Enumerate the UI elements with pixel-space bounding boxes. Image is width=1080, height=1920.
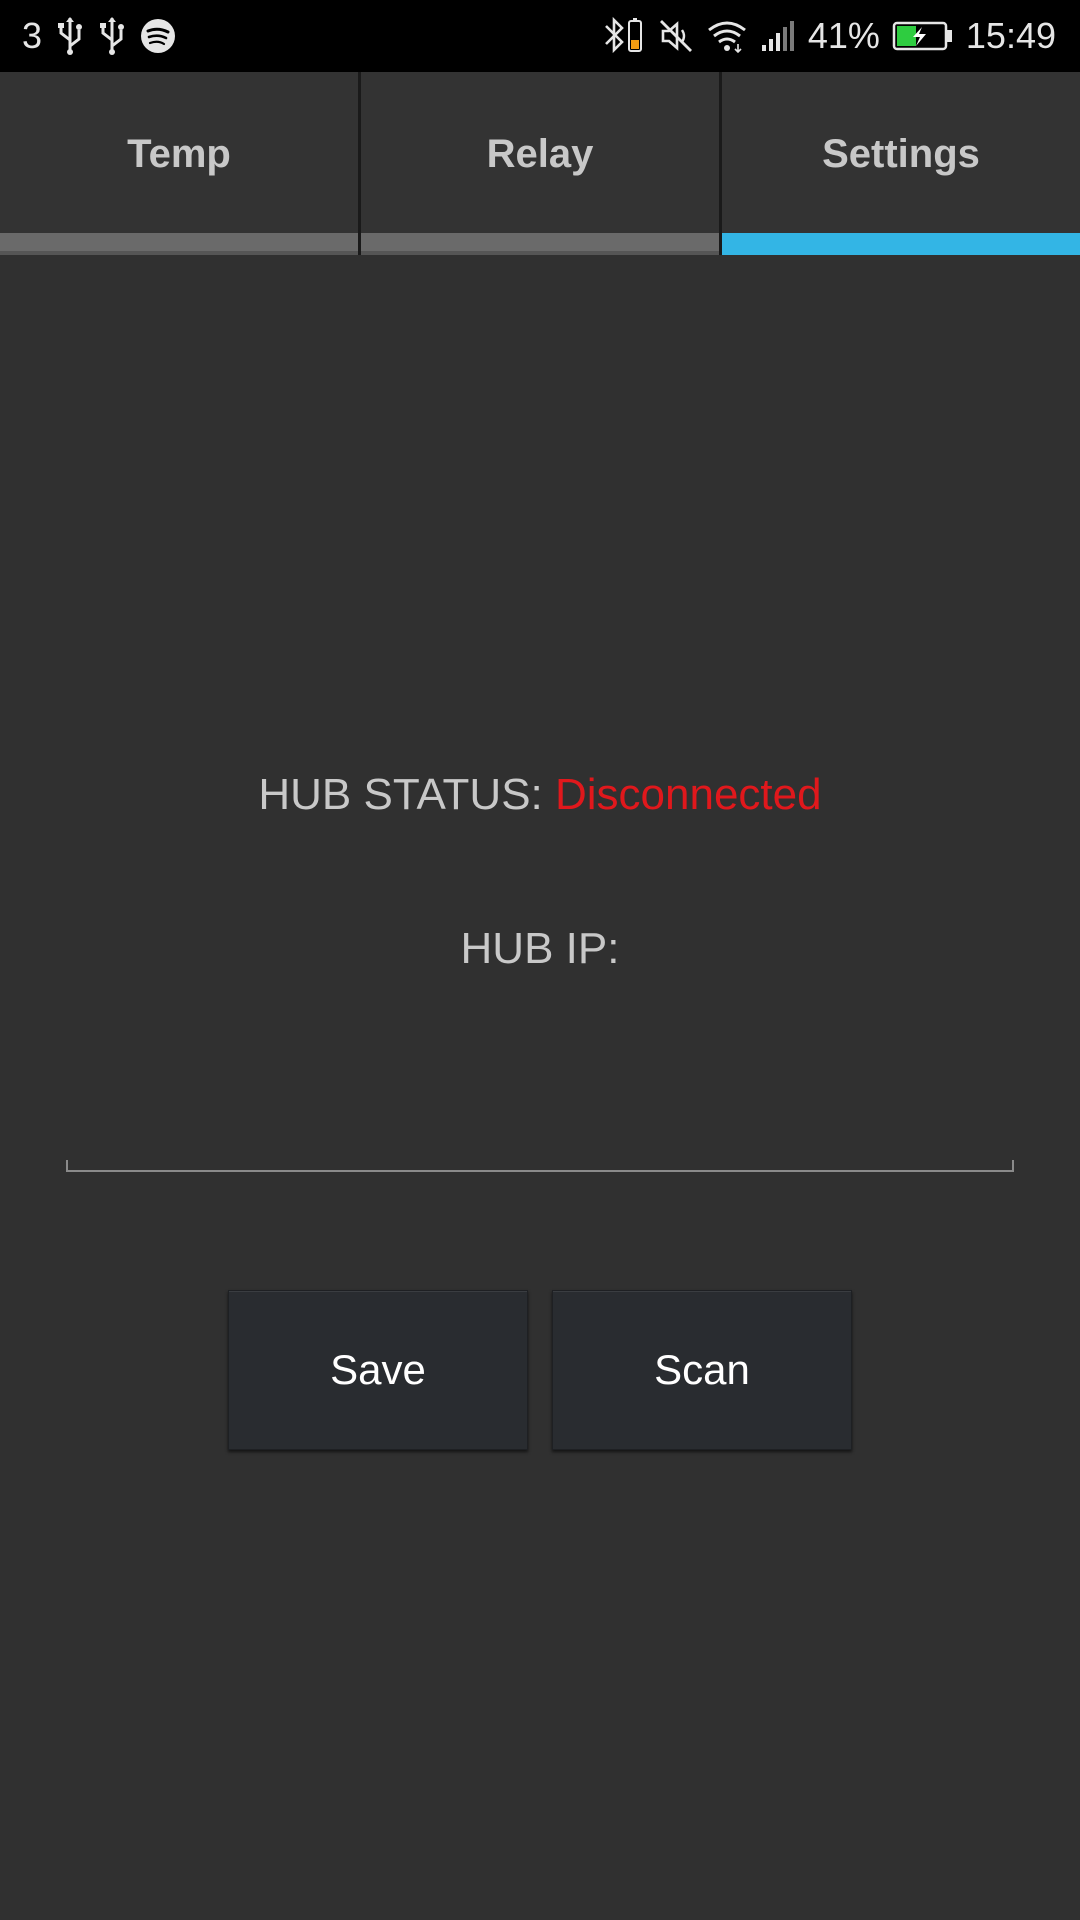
spotify-icon (140, 18, 176, 54)
status-bar-left: 3 (22, 0, 176, 72)
battery-percent: 41% (807, 15, 880, 56)
scan-button[interactable]: Scan (552, 1290, 852, 1450)
wifi-icon (706, 18, 748, 54)
tab-relay-label: Relay (486, 132, 594, 176)
tab-temp-indicator (0, 233, 358, 255)
hub-status-line: HUB STATUS: Disconnected (0, 770, 1080, 820)
hub-status-value: Disconnected (555, 770, 822, 819)
usb-icon (98, 16, 126, 56)
input-underline-right-tick (1012, 1160, 1014, 1172)
status-bar: 3 41% 15:49 (0, 0, 1080, 72)
input-underline-left-tick (66, 1160, 68, 1172)
save-button[interactable]: Save (228, 1290, 528, 1450)
tab-temp[interactable]: Temp (0, 72, 358, 255)
tab-temp-label: Temp (127, 132, 231, 176)
tab-relay-indicator (361, 233, 719, 255)
tab-settings-label: Settings (822, 132, 980, 176)
tab-settings[interactable]: Settings (719, 72, 1080, 255)
hub-ip-input[interactable] (66, 1100, 1014, 1172)
usb-icon (56, 16, 84, 56)
tab-settings-indicator (722, 233, 1080, 255)
app-screen: 3 41% 15:49 Temp Relay Settings HUB STAT… (0, 0, 1080, 1920)
tab-relay[interactable]: Relay (358, 72, 719, 255)
bluetooth-battery-icon (602, 16, 646, 56)
hub-ip-label: HUB IP: (460, 924, 620, 973)
carrier-label: 3 (22, 15, 43, 56)
battery-charging-icon (892, 20, 954, 52)
signal-icon (760, 19, 796, 53)
mute-icon (658, 18, 694, 54)
hub-status-label: HUB STATUS: (258, 770, 543, 819)
clock: 15:49 (965, 15, 1056, 56)
status-bar-right: 41% 15:49 (602, 0, 1056, 72)
tab-bar: Temp Relay Settings (0, 72, 1080, 255)
